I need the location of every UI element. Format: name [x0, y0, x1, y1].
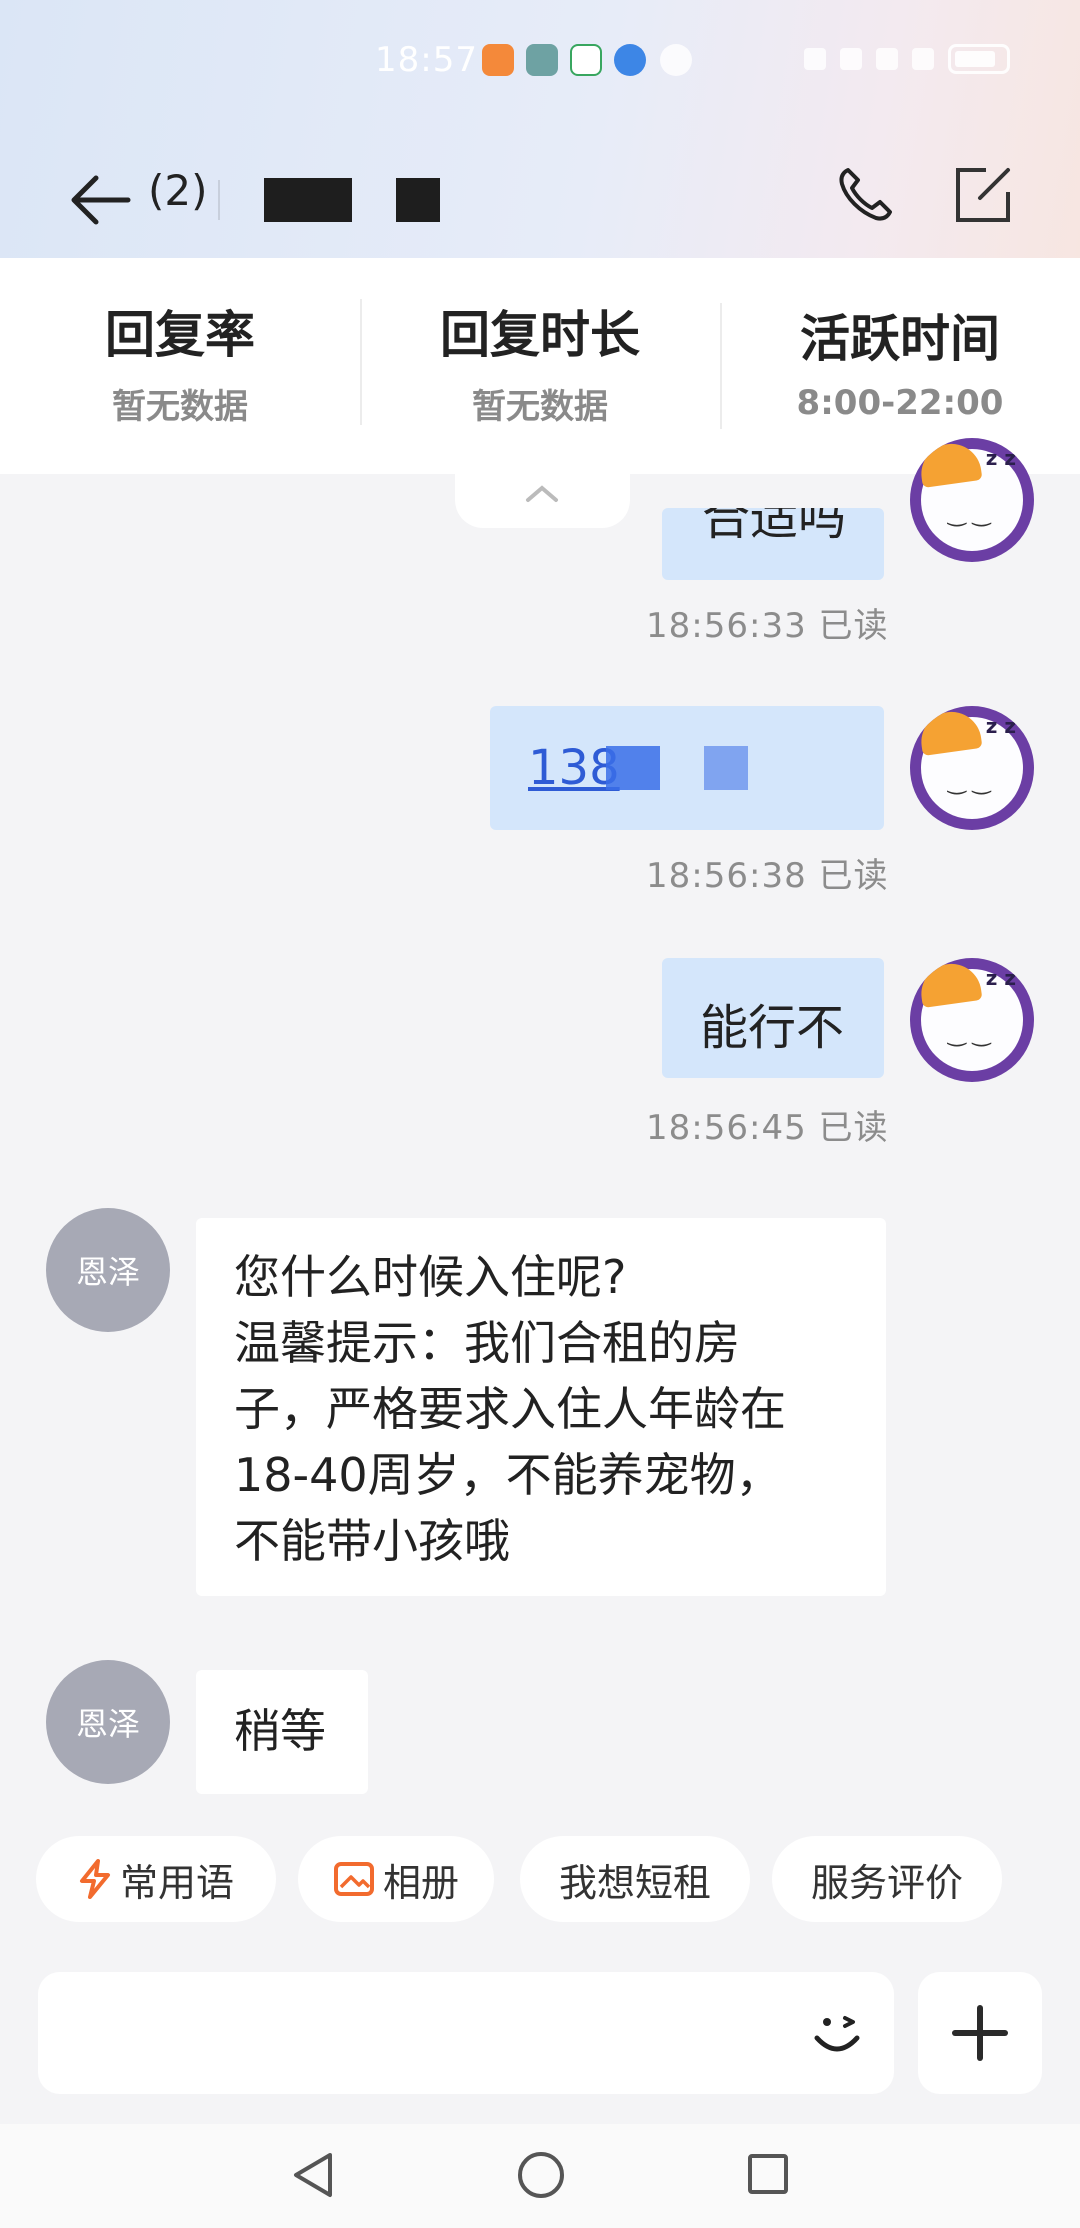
message-line: 18-40周岁，不能养宠物，	[234, 1448, 782, 1502]
chip-label: 相册	[382, 1860, 459, 1905]
header-divider	[218, 180, 220, 220]
chip-label: 我想短租	[558, 1860, 711, 1905]
chip-common-phrases[interactable]: 常用语	[36, 1836, 276, 1922]
nav-back-icon[interactable]	[290, 2150, 336, 2200]
notification-app-icon	[526, 44, 558, 76]
wifi-icon	[840, 48, 862, 70]
chevron-up-icon[interactable]	[520, 478, 564, 506]
stat-label: 活跃时间	[800, 310, 1000, 368]
status-time: 18:57	[375, 40, 478, 80]
status-bar: 18:57	[0, 0, 1080, 125]
signal-5g-icon	[912, 48, 934, 70]
message-line: 温馨提示：我们合租的房	[234, 1316, 740, 1370]
chip-album[interactable]: 相册	[298, 1836, 494, 1922]
wechat-icon	[660, 44, 692, 76]
message-bubble[interactable]: 合适吗	[662, 508, 884, 580]
plus-button[interactable]	[918, 1972, 1042, 2094]
stat-label: 回复时长	[440, 305, 640, 364]
my-avatar[interactable]: z z ‿ ‿	[910, 706, 1034, 830]
stat-value: 8:00-22:00	[796, 383, 1004, 423]
stat-label: 回复率	[105, 305, 255, 364]
image-icon	[333, 1862, 374, 1896]
message-bubble[interactable]: 您什么时候入住呢? 温馨提示：我们合租的房 子，严格要求入住人年龄在 18-40…	[196, 1218, 886, 1596]
notification-app-icon	[614, 44, 646, 76]
contact-avatar[interactable]: 恩泽	[46, 1660, 170, 1784]
bluetooth-icon	[804, 48, 826, 70]
contact-name-redacted	[264, 178, 352, 222]
stat-reply-rate: 回复率 暂无数据	[0, 305, 360, 428]
emoji-icon[interactable]	[805, 2000, 869, 2064]
chip-short-rent[interactable]: 我想短租	[520, 1836, 750, 1922]
battery-icon	[948, 44, 1010, 74]
nav-recent-icon[interactable]	[748, 2154, 788, 2194]
chip-label: 常用语	[119, 1860, 234, 1905]
message-bubble[interactable]: 能行不	[662, 958, 884, 1078]
redaction-mask	[704, 746, 748, 790]
stat-value: 暂无数据	[112, 386, 248, 427]
message-time-read: 18:56:45 已读	[646, 1108, 889, 1148]
stat-value: 暂无数据	[472, 386, 608, 427]
status-indicators	[804, 44, 1010, 74]
nav-home-icon[interactable]	[518, 2152, 564, 2198]
message-text: 合适吗	[702, 508, 847, 546]
reply-stats-panel: 回复率 暂无数据 回复时长 暂无数据 活跃时间 8:00-22:00	[0, 258, 1080, 474]
message-time-read: 18:56:38 已读	[646, 856, 889, 896]
chip-service-review[interactable]: 服务评价	[772, 1836, 1002, 1922]
unread-count: (2)	[148, 166, 208, 215]
back-arrow-icon[interactable]	[66, 170, 136, 230]
phone-icon[interactable]	[832, 162, 898, 228]
top-background: 18:57 (2)	[0, 0, 1080, 258]
edit-icon[interactable]	[950, 162, 1016, 228]
stat-reply-duration: 回复时长 暂无数据	[360, 298, 720, 428]
chip-label: 服务评价	[810, 1860, 963, 1905]
stat-active-time: 活跃时间 8:00-22:00	[720, 303, 1080, 429]
message-list: 合适吗 z z ‿ ‿ 18:56:33 已读 138 z z ‿ ‿ 18:56:…	[0, 438, 1080, 1828]
contact-name-redacted	[396, 178, 440, 222]
signal-icon	[876, 48, 898, 70]
message-input[interactable]	[38, 1972, 894, 2094]
redaction-mask	[606, 746, 660, 790]
system-nav-bar	[0, 2124, 1080, 2228]
message-bubble[interactable]: 138	[490, 706, 884, 830]
my-avatar[interactable]: z z ‿ ‿	[910, 958, 1034, 1082]
notification-app-icon	[482, 44, 514, 76]
lightning-icon	[79, 1859, 110, 1899]
contact-avatar[interactable]: 恩泽	[46, 1208, 170, 1332]
chat-header: (2)	[0, 140, 1080, 250]
message-line: 不能带小孩哦	[234, 1514, 510, 1568]
notification-app-icon	[570, 44, 602, 76]
message-text: 能行不	[700, 1000, 845, 1056]
message-time-read: 18:56:33 已读	[646, 606, 889, 646]
quick-reply-bar: 常用语 相册 我想短租 服务评价	[36, 1836, 1046, 1922]
message-line: 子，严格要求入住人年龄在	[234, 1382, 786, 1436]
message-text: 稍等	[234, 1704, 326, 1758]
message-bubble[interactable]: 稍等	[196, 1670, 368, 1794]
my-avatar[interactable]: z z ‿ ‿	[910, 438, 1034, 562]
message-line: 您什么时候入住呢?	[234, 1250, 627, 1304]
chat-screen: 18:57 (2) 回复率 暂无数据 回复时长 暂无数据 活跃时间 8:00-2…	[0, 0, 1080, 2228]
